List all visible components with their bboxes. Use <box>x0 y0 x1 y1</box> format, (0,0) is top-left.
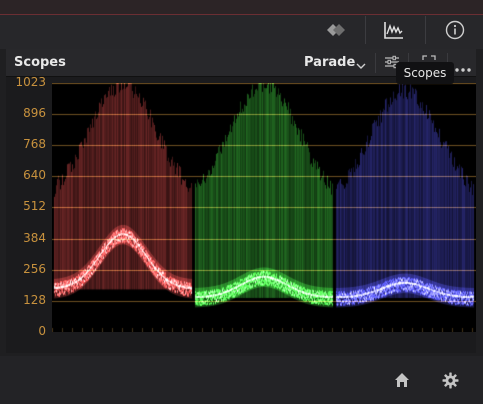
y-axis-label: 512 <box>23 199 46 214</box>
toolbar-separator <box>365 16 366 44</box>
chevron-down-icon[interactable] <box>356 56 366 75</box>
y-axis-label: 0 <box>38 324 46 338</box>
parade-waveform-canvas <box>52 83 476 332</box>
y-axis-label: 128 <box>23 292 46 307</box>
home-icon[interactable] <box>394 372 410 392</box>
toolbar-separator <box>425 16 426 44</box>
top-accent-strip <box>0 0 483 15</box>
info-icon[interactable] <box>444 19 466 41</box>
bottom-bar <box>0 356 483 404</box>
header-separator <box>375 53 376 73</box>
y-axis-label: 640 <box>23 168 46 183</box>
scope-mode-dropdown[interactable]: Parade <box>304 55 355 70</box>
scopes-waveform-icon[interactable] <box>383 19 405 41</box>
scopes-tooltip: Scopes <box>396 62 454 84</box>
y-axis-label: 768 <box>23 137 46 152</box>
color-wheels-icon[interactable] <box>326 19 348 41</box>
y-axis-label: 1023 <box>15 75 46 89</box>
y-axis-label: 384 <box>23 230 46 245</box>
rgb-parade-scope <box>52 83 476 332</box>
more-options-icon[interactable] <box>454 58 472 77</box>
y-axis-label: 256 <box>23 261 46 276</box>
top-toolbar <box>0 0 483 49</box>
settings-gear-icon[interactable] <box>442 372 459 393</box>
panel-title: Scopes <box>14 55 66 70</box>
y-axis-label: 896 <box>23 105 46 120</box>
